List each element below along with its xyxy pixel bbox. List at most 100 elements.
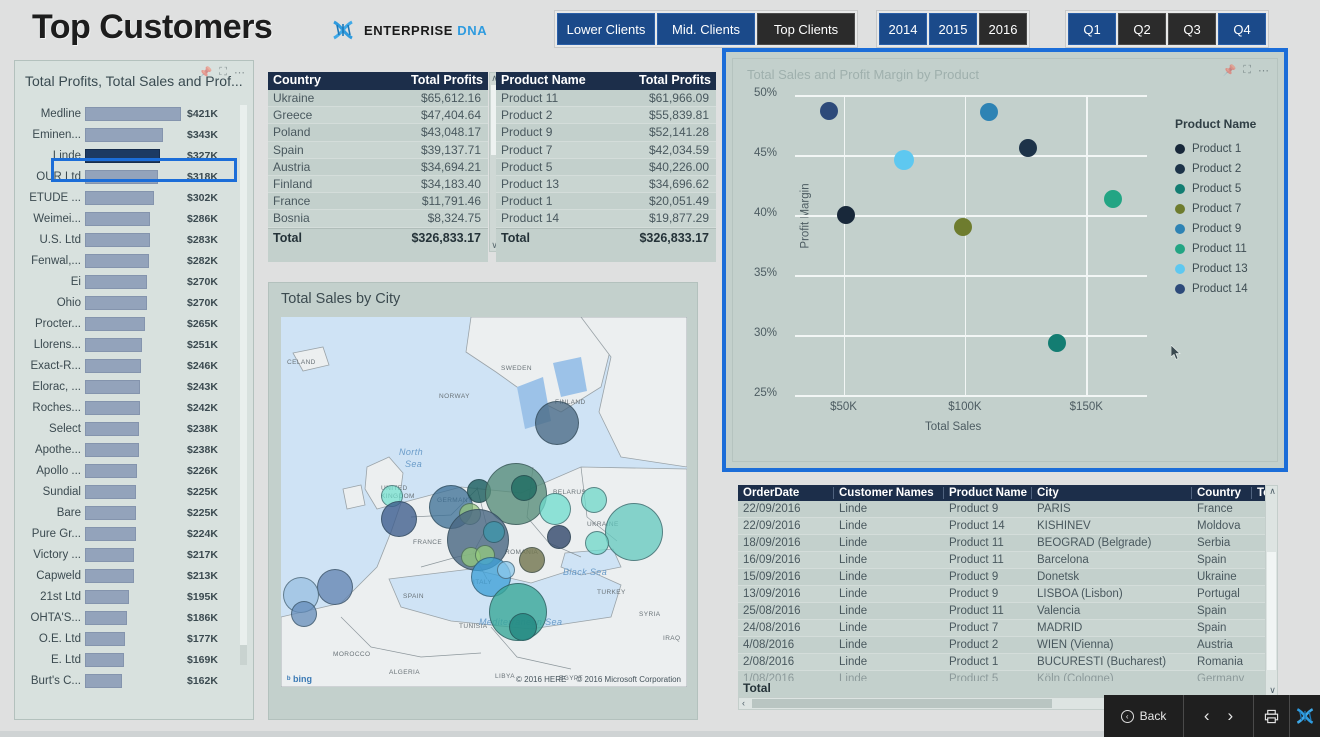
bar-fill[interactable]	[85, 316, 145, 331]
more-options-icon[interactable]: ⋯	[234, 66, 245, 79]
map-bubble[interactable]	[497, 561, 515, 579]
bar-chart-row[interactable]: 21st Ltd $195K	[23, 586, 247, 607]
bar-fill[interactable]	[85, 400, 140, 415]
table-row[interactable]: 22/09/2016 Linde Product 14 KISHINEV Moldova	[738, 518, 1278, 535]
bar-chart-row[interactable]: Fenwal,... $282K	[23, 250, 247, 271]
bar-fill[interactable]	[85, 169, 158, 184]
bar-fill[interactable]	[85, 484, 136, 499]
bar-fill[interactable]	[85, 631, 125, 646]
bar-fill[interactable]	[85, 652, 124, 667]
more-options-icon[interactable]: ⋯	[1258, 64, 1269, 77]
slicer-q2[interactable]: Q2	[1118, 13, 1166, 45]
legend-item[interactable]: Product 7	[1175, 199, 1256, 219]
scatter-panel-selected[interactable]: 📌 ⛶ ⋯ Total Sales and Profit Margin by P…	[722, 48, 1288, 472]
report-toolbar[interactable]: ‹ Back ‹ ›	[1104, 695, 1320, 737]
scatter-point[interactable]	[953, 218, 972, 236]
table-row[interactable]: Ukraine $65,612.16	[268, 90, 488, 108]
bar-chart-row[interactable]: Sundial $225K	[23, 481, 247, 502]
legend-items[interactable]: Product 1 Product 2 Product 5 Product 7 Prod…	[1175, 139, 1256, 299]
bar-fill[interactable]	[85, 589, 129, 604]
table-row[interactable]: 18/09/2016 Linde Product 11 BEOGRAD (Belgra…	[738, 535, 1278, 552]
bar-chart-row[interactable]: Linde $327K	[23, 145, 247, 166]
table-row[interactable]: Product 11 $61,966.09	[496, 90, 716, 108]
map-bubble[interactable]	[605, 503, 663, 561]
bar-fill[interactable]	[85, 547, 134, 562]
scatter-plot-area[interactable]: Profit Margin Total Sales 25%30%35%40%45…	[754, 87, 1147, 433]
column-header-total-profits[interactable]: Total Profits	[326, 72, 488, 90]
scrollbar-thumb[interactable]	[1267, 552, 1276, 670]
bar-chart-row[interactable]: Pure Gr... $224K	[23, 523, 247, 544]
slicer-top-clients[interactable]: Top Clients	[757, 13, 855, 45]
table-row[interactable]: 25/08/2016 Linde Product 11 Valencia Spain	[738, 603, 1278, 620]
scatter-legend[interactable]: Product Name Product 1 Product 2 Product 5…	[1175, 117, 1256, 299]
bar-chart-row[interactable]: O.E. Ltd $177K	[23, 628, 247, 649]
bar-chart-row[interactable]: Ei $270K	[23, 271, 247, 292]
table-row[interactable]: Product 5 $40,226.00	[496, 159, 716, 176]
slicer-year-2015[interactable]: 2015	[929, 13, 977, 45]
slicer-year-2016[interactable]: 2016	[979, 13, 1027, 45]
table-row[interactable]: 22/09/2016 Linde Product 9 PARIS France	[738, 501, 1278, 518]
scatter-point[interactable]	[1104, 190, 1122, 209]
scatter-point[interactable]	[836, 206, 855, 224]
scroll-left-icon[interactable]: ‹	[742, 698, 745, 708]
client-slicer-group[interactable]: Lower Clients Mid. Clients Top Clients	[555, 11, 857, 47]
bar-fill[interactable]	[85, 148, 160, 163]
map-bubble[interactable]	[535, 401, 579, 445]
bar-chart-row[interactable]: Bare $225K	[23, 502, 247, 523]
legend-item[interactable]: Product 11	[1175, 239, 1256, 259]
scatter-point[interactable]	[1048, 334, 1067, 353]
map-bubble[interactable]	[381, 501, 417, 537]
map-bubble[interactable]	[291, 601, 317, 627]
country-profits-table[interactable]: Country Total Profits Ukraine $65,612.16 G…	[268, 72, 500, 262]
focus-icon[interactable]: ⛶	[219, 66, 227, 79]
quarter-slicer-group[interactable]: Q1 Q2 Q3 Q4	[1066, 11, 1268, 47]
table-row[interactable]: Bosnia $8,324.75	[268, 210, 488, 228]
map-bubble[interactable]	[511, 475, 537, 501]
column-header-country[interactable]: Country	[268, 72, 326, 90]
slicer-mid-clients[interactable]: Mid. Clients	[657, 13, 755, 45]
bar-chart-row[interactable]: Capweld $213K	[23, 565, 247, 586]
back-button[interactable]: ‹ Back	[1104, 695, 1184, 737]
scatter-point[interactable]	[894, 149, 915, 170]
bar-chart-row[interactable]: Victory ... $217K	[23, 544, 247, 565]
table-row[interactable]: Product 14 $19,877.29	[496, 210, 716, 228]
bar-chart-row[interactable]: Burt's C... $162K	[23, 670, 247, 691]
bing-logo[interactable]: ᵇ bing	[287, 674, 312, 684]
detail-table[interactable]: OrderDate Customer Names Product Name Ci…	[738, 485, 1278, 710]
bar-chart-row[interactable]: OHTA'S... $186K	[23, 607, 247, 628]
scrollbar-thumb[interactable]	[752, 699, 1052, 708]
table-row[interactable]: Product 2 $55,839.81	[496, 107, 716, 125]
bar-fill[interactable]	[85, 673, 122, 688]
column-header-customer-names[interactable]: Customer Names	[834, 487, 944, 499]
bar-chart-scrollbar[interactable]	[240, 105, 247, 665]
bar-fill[interactable]	[85, 211, 150, 226]
map-bubble[interactable]	[509, 613, 537, 641]
bar-chart-row[interactable]: Apollo ... $226K	[23, 460, 247, 481]
map-bubble[interactable]	[581, 487, 607, 513]
bar-chart-row[interactable]: Elorac, ... $243K	[23, 376, 247, 397]
table-row[interactable]: 2/08/2016 Linde Product 1 BUCURESTI (Buchar…	[738, 654, 1278, 671]
table-row[interactable]: Austria $34,694.21	[268, 159, 488, 176]
table-row[interactable]: Product 1 $20,051.49	[496, 193, 716, 211]
detail-table-vscrollbar[interactable]: ∧ ∨	[1265, 485, 1278, 697]
slicer-q1[interactable]: Q1	[1068, 13, 1116, 45]
toolbar-logo[interactable]	[1290, 695, 1320, 737]
legend-item[interactable]: Product 14	[1175, 279, 1256, 299]
legend-item[interactable]: Product 1	[1175, 139, 1256, 159]
map-canvas[interactable]: CELAND SWEDEN NORWAY FINLAND UNITED KING…	[281, 317, 687, 687]
column-header-country[interactable]: Country	[1192, 487, 1252, 499]
scatter-point[interactable]	[1019, 138, 1038, 157]
scatter-point[interactable]	[980, 102, 999, 121]
table-row[interactable]: Spain $39,137.71	[268, 141, 488, 159]
bar-chart-row[interactable]: Eminen... $343K	[23, 124, 247, 145]
column-header-city[interactable]: City	[1032, 487, 1192, 499]
table-row[interactable]: Product 9 $52,141.28	[496, 124, 716, 142]
pin-icon[interactable]: 📌	[1223, 64, 1237, 77]
table-row[interactable]: Product 13 $34,696.62	[496, 175, 716, 194]
column-header-product-name[interactable]: Product Name	[944, 487, 1032, 499]
bar-chart-row[interactable]: Select $238K	[23, 418, 247, 439]
column-header-product-name[interactable]: Product Name	[496, 72, 591, 90]
bar-chart-row[interactable]: Medline $421K	[23, 103, 247, 124]
bar-chart-list[interactable]: Medline $421K Eminen... $343K Linde $327K OUR …	[23, 103, 247, 707]
bar-fill[interactable]	[85, 442, 139, 457]
